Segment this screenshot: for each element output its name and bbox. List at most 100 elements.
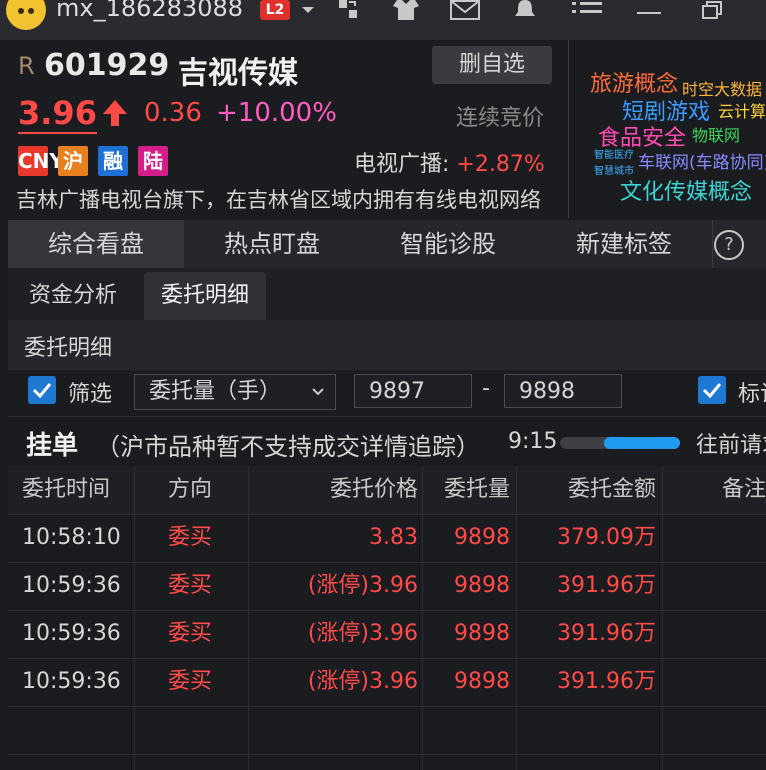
grid-line <box>8 658 766 659</box>
badge-shanghai: 沪 <box>58 146 88 176</box>
help-icon[interactable]: ? <box>714 230 744 260</box>
chevron-down-icon[interactable] <box>298 0 318 22</box>
cell-volume: 9898 <box>454 669 510 694</box>
cell-direction: 委买 <box>168 669 213 694</box>
grid-line <box>8 754 766 755</box>
tag-checkbox[interactable] <box>698 376 726 404</box>
tag-label: 标记 <box>738 382 766 407</box>
cell-price: (涨停)3.96 <box>307 669 418 694</box>
grid-line <box>134 466 135 770</box>
grid-line <box>8 562 766 563</box>
col-header-amount[interactable]: 委托金额 <box>516 466 662 514</box>
concept-tag[interactable]: 物联网 <box>692 122 740 146</box>
margin-mark: R <box>18 52 35 80</box>
tab-diagnosis[interactable]: 智能诊股 <box>360 220 537 268</box>
transfer-icon[interactable] <box>336 0 360 22</box>
stock-price: 3.96 <box>18 94 97 134</box>
title-bar: mx_186283088 L2 <box>0 0 766 40</box>
arrow-up-icon <box>102 98 128 128</box>
stock-description[interactable]: 吉林广播电视台旗下，在吉林省区域内拥有有线电视网络 <box>16 184 564 214</box>
tab-overview[interactable]: 综合看盘 <box>8 220 185 268</box>
mail-icon[interactable] <box>450 0 480 22</box>
cell-amount: 391.96万 <box>557 669 656 694</box>
min-value-input[interactable]: 9897 <box>354 374 472 408</box>
pending-note: （沪市品种暂不支持成交详情追踪） <box>96 433 480 461</box>
concept-tag[interactable]: 文化传媒概念 <box>620 174 752 206</box>
order-table: 委托时间 方向 委托价格 委托量 委托金额 备注 10:58:10 委买 3.8… <box>8 466 766 770</box>
cell-price: 3.83 <box>369 525 418 550</box>
cell-time: 10:59:36 <box>22 621 121 646</box>
concept-word-cloud: 旅游概念 时空大数据 短剧游戏 云计算 食品安全 物联网 智能医疗 智慧城市 车… <box>570 40 766 218</box>
cell-direction: 委买 <box>168 573 213 598</box>
restore-icon[interactable] <box>700 0 726 22</box>
tab-new[interactable]: 新建标签 <box>536 220 713 268</box>
cell-time: 10:59:36 <box>22 573 121 598</box>
time-slider[interactable] <box>560 437 680 449</box>
remove-watchlist-button[interactable]: 删自选 <box>432 46 552 84</box>
col-header-direction[interactable]: 方向 <box>134 466 248 514</box>
level-badge: L2 <box>260 0 290 20</box>
cell-amount: 391.96万 <box>557 621 656 646</box>
bell-icon[interactable] <box>512 0 538 22</box>
cell-volume: 9898 <box>454 525 510 550</box>
cell-direction: 委买 <box>168 525 213 550</box>
concept-tag[interactable]: 智能医疗 <box>594 146 634 161</box>
tab-hotspot[interactable]: 热点盯盘 <box>184 220 361 268</box>
filter-field-select[interactable]: 委托量（手） <box>134 374 336 410</box>
col-header-time[interactable]: 委托时间 <box>8 466 134 514</box>
cell-time: 10:58:10 <box>22 525 121 550</box>
grid-line <box>8 610 766 611</box>
minimize-icon[interactable] <box>636 0 662 22</box>
cell-amount: 379.09万 <box>557 525 656 550</box>
trading-status: 连续竞价 <box>456 106 545 131</box>
section-header: 委托明细 <box>8 320 766 370</box>
col-header-volume[interactable]: 委托量 <box>422 466 516 514</box>
sector-value: +2.87% <box>456 152 545 177</box>
sector-info[interactable]: 电视广播: +2.87% <box>354 146 545 178</box>
tab-order-detail[interactable]: 委托明细 <box>144 272 266 320</box>
badge-margin: 融 <box>98 146 128 176</box>
filter-row: 筛选 委托量（手） 9897 - 9898 标记 <box>8 370 766 416</box>
concept-tag[interactable]: 云计算 <box>718 98 766 122</box>
grid-line <box>516 466 517 770</box>
col-header-note[interactable]: 备注 <box>662 466 766 514</box>
badge-connect: 陆 <box>138 146 168 176</box>
shirt-icon[interactable] <box>393 0 419 22</box>
main-tab-bar: 综合看盘 热点盯盘 智能诊股 新建标签 ? <box>8 220 766 268</box>
badge-cny: CNY <box>18 146 64 176</box>
grid-line <box>248 466 249 770</box>
stock-name: 吉视传媒 <box>178 56 298 91</box>
sub-tab-bar: 资金分析 委托明细 <box>8 268 766 320</box>
pending-time: 9:15 <box>508 429 558 454</box>
max-value-input[interactable]: 9898 <box>504 374 622 408</box>
sector-label: 电视广播: <box>354 152 450 177</box>
avatar[interactable] <box>6 0 46 30</box>
section-title: 委托明细 <box>24 336 113 361</box>
filter-label: 筛选 <box>68 382 113 407</box>
grid-line <box>8 706 766 707</box>
stock-code: 601929 <box>44 48 170 83</box>
cell-volume: 9898 <box>454 621 510 646</box>
chevron-down-icon <box>311 375 325 421</box>
stock-header: R 601929 吉视传媒 删自选 3.96 0.36 +10.00% 连续竞价… <box>8 40 569 218</box>
concept-tag[interactable]: 车联网(车路协同) <box>638 148 766 173</box>
pending-order-bar: 挂单 （沪市品种暂不支持成交详情追踪） 9:15 往前请求 <box>8 416 766 467</box>
price-change-pct: +10.00% <box>216 98 337 128</box>
col-header-price[interactable]: 委托价格 <box>248 466 422 514</box>
price-change: 0.36 <box>144 98 202 128</box>
cell-volume: 9898 <box>454 573 510 598</box>
filter-checkbox[interactable] <box>28 376 56 404</box>
username[interactable]: mx_186283088 <box>56 0 243 22</box>
select-value: 委托量（手） <box>149 379 282 404</box>
menu-icon[interactable] <box>572 0 602 22</box>
pending-title: 挂单 <box>26 431 79 461</box>
cell-time: 10:59:36 <box>22 669 121 694</box>
grid-line <box>662 466 663 770</box>
request-earlier-button[interactable]: 往前请求 <box>696 427 766 459</box>
cell-direction: 委买 <box>168 621 213 646</box>
time-slider-fill[interactable] <box>604 437 680 449</box>
grid-line <box>8 514 766 515</box>
cell-amount: 391.96万 <box>557 573 656 598</box>
grid-line <box>422 466 423 770</box>
tab-fund-analysis[interactable]: 资金分析 <box>8 272 138 320</box>
